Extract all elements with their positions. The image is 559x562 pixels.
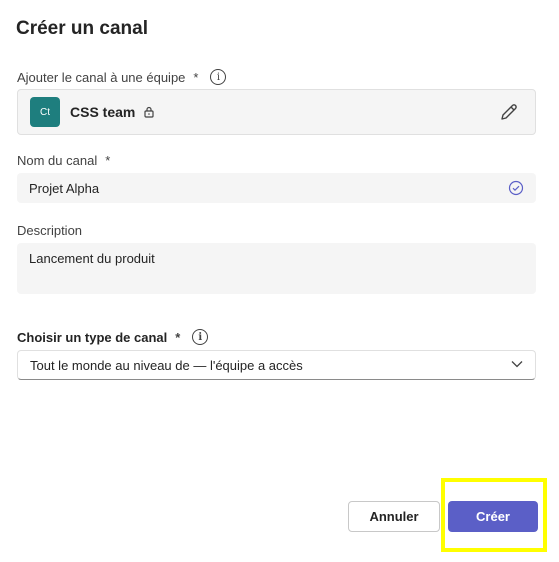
channel-type-label-row: Choisir un type de canal * i (17, 329, 209, 345)
info-icon[interactable]: i (192, 329, 209, 345)
team-selector[interactable]: Ct CSS team (17, 89, 536, 135)
channel-name-input[interactable]: Projet Alpha (17, 173, 536, 203)
channel-type-label: Choisir un type de canal (17, 329, 168, 345)
description-label: Description (17, 223, 83, 238)
team-field-label: Ajouter le canal à une équipe (17, 69, 186, 85)
check-circle-icon (508, 180, 524, 196)
chevron-down-icon (511, 360, 523, 368)
edit-icon[interactable] (499, 102, 519, 122)
description-value: Lancement du produit (29, 251, 155, 266)
team-field-label-row: Ajouter le canal à une équipe * i (17, 69, 227, 85)
description-textarea[interactable]: Lancement du produit (17, 243, 536, 294)
lock-icon (143, 106, 155, 118)
dialog-title: Créer un canal (16, 18, 148, 39)
channel-name-label: Nom du canal (17, 153, 98, 168)
team-name: CSS team (70, 104, 136, 120)
required-mark: * (105, 153, 111, 168)
highlight-box (441, 478, 547, 552)
required-mark: * (193, 69, 199, 85)
required-mark: * (175, 329, 181, 345)
channel-name-label-row: Nom du canal * (17, 153, 110, 168)
channel-name-value: Projet Alpha (29, 181, 100, 196)
channel-type-dropdown[interactable]: Tout le monde au niveau de — l'équipe a … (17, 350, 536, 380)
cancel-button[interactable]: Annuler (348, 501, 440, 532)
channel-type-selected: Tout le monde au niveau de — l'équipe a … (30, 358, 303, 373)
team-avatar: Ct (30, 97, 60, 127)
info-icon[interactable]: i (210, 69, 227, 85)
description-label-row: Description (17, 223, 82, 238)
